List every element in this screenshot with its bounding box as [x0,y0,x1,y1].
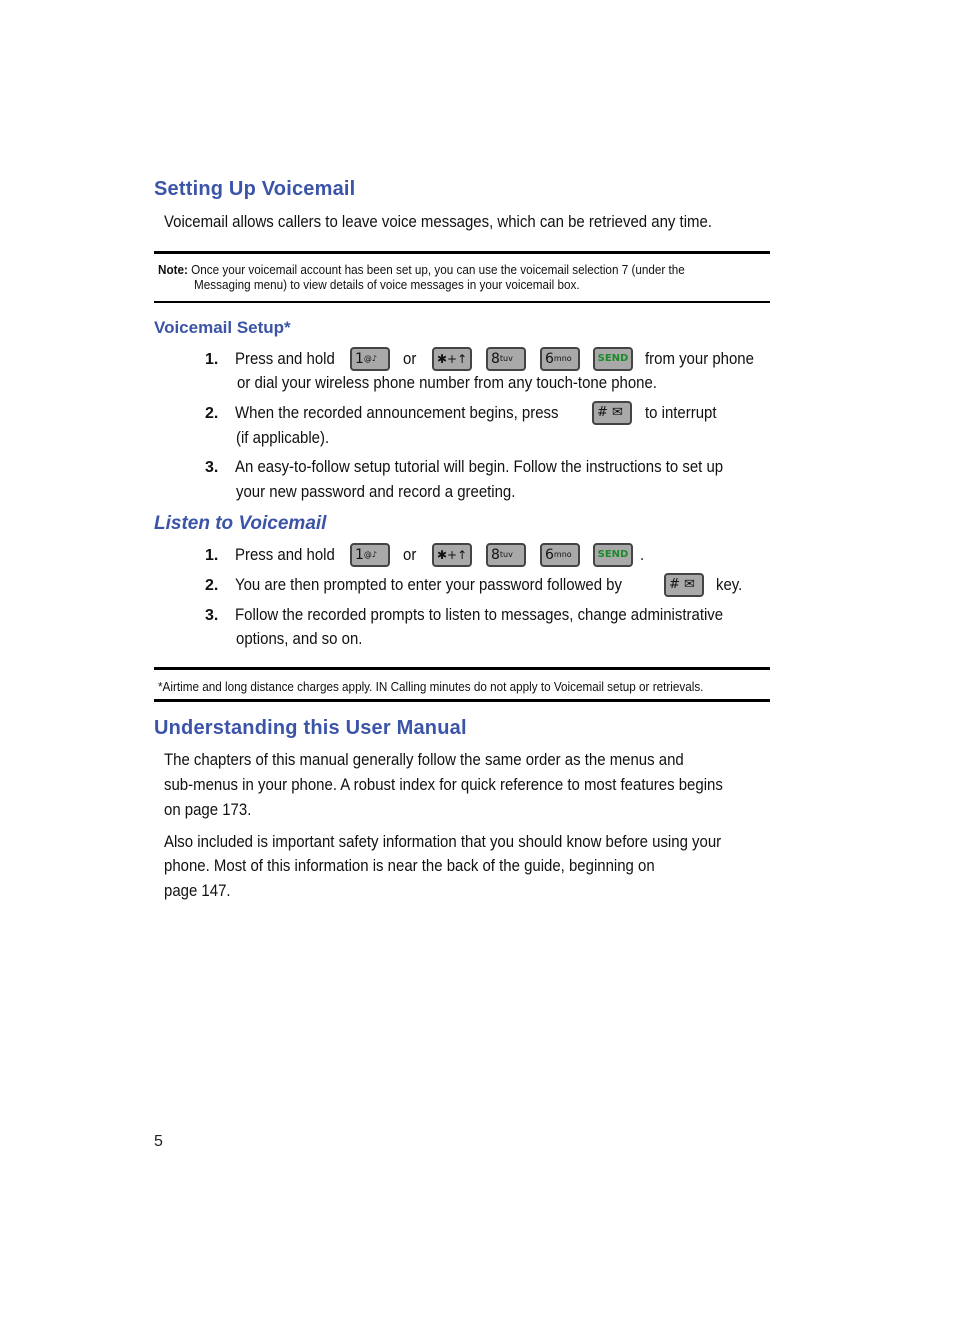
key-1-voicemail-icon: 1@♪ [350,543,390,567]
key-hash-icon: # ✉ [592,401,632,425]
step-number: 3. [205,607,219,624]
or-text: or [403,545,417,564]
intro-text: Voicemail allows callers to leave voice … [164,212,712,231]
section-title-setting-up-voicemail: Setting Up Voicemail [154,178,356,200]
divider [154,251,770,254]
step-number: 2. [205,577,219,594]
subsection-title-listen-to-voicemail: Listen to Voicemail [154,513,327,534]
key-star-icon: ✱+↑ [432,543,472,567]
step-number: 2. [205,405,219,422]
paragraph-line: phone. Most of this information is near … [164,856,655,875]
subsection-title-voicemail-setup: Voicemail Setup* [154,318,291,337]
paragraph-line: page 147. [164,881,231,900]
step-number: 3. [205,459,219,476]
paragraph-line: on page 173. [164,800,252,819]
step-number: 1. [205,351,219,368]
key-1-voicemail-icon: 1@♪ [350,347,390,371]
footnote: *Airtime and long distance charges apply… [158,679,704,694]
step-text: Press and hold [235,349,335,368]
send-key-icon: SEND [593,543,633,567]
page-number: 5 [154,1133,163,1150]
step-text: Press and hold [235,545,335,564]
divider [154,699,770,702]
key-6-icon: 6mno [540,543,580,567]
step-text: When the recorded announcement begins, p… [235,403,559,422]
paragraph-line: The chapters of this manual generally fo… [164,750,684,769]
note-text: Once your voicemail account has been set… [191,262,685,277]
paragraph-line: sub-menus in your phone. A robust index … [164,775,723,794]
section-title-understanding-manual: Understanding this User Manual [154,717,467,739]
key-hash-icon: # ✉ [664,573,704,597]
step-text: or dial your wireless phone number from … [237,373,657,392]
key-8-icon: 8tuv [486,543,526,567]
step-text: from your phone [645,349,754,368]
paragraph-line: Also included is important safety inform… [164,832,722,851]
step-number: 1. [205,547,219,564]
step-text: to interrupt [645,403,717,422]
note-label: Note: [158,262,188,277]
step-text: . [640,545,645,564]
divider [154,667,770,670]
step-text: options, and so on. [236,629,363,648]
step-text: your new password and record a greeting. [236,482,516,501]
divider [154,301,770,303]
step-text: You are then prompted to enter your pass… [235,575,622,594]
send-key-icon: SEND [593,347,633,371]
key-8-icon: 8tuv [486,347,526,371]
note-line-2: Messaging menu) to view details of voice… [194,277,580,292]
or-text: or [403,349,417,368]
step-text: key. [716,575,743,594]
step-text: (if applicable). [236,428,330,447]
step-text: Follow the recorded prompts to listen to… [235,605,724,624]
key-6-icon: 6mno [540,347,580,371]
step-text: An easy-to-follow setup tutorial will be… [235,457,724,476]
key-star-icon: ✱+↑ [432,347,472,371]
note-line-1: Note: Once your voicemail account has be… [158,262,685,277]
